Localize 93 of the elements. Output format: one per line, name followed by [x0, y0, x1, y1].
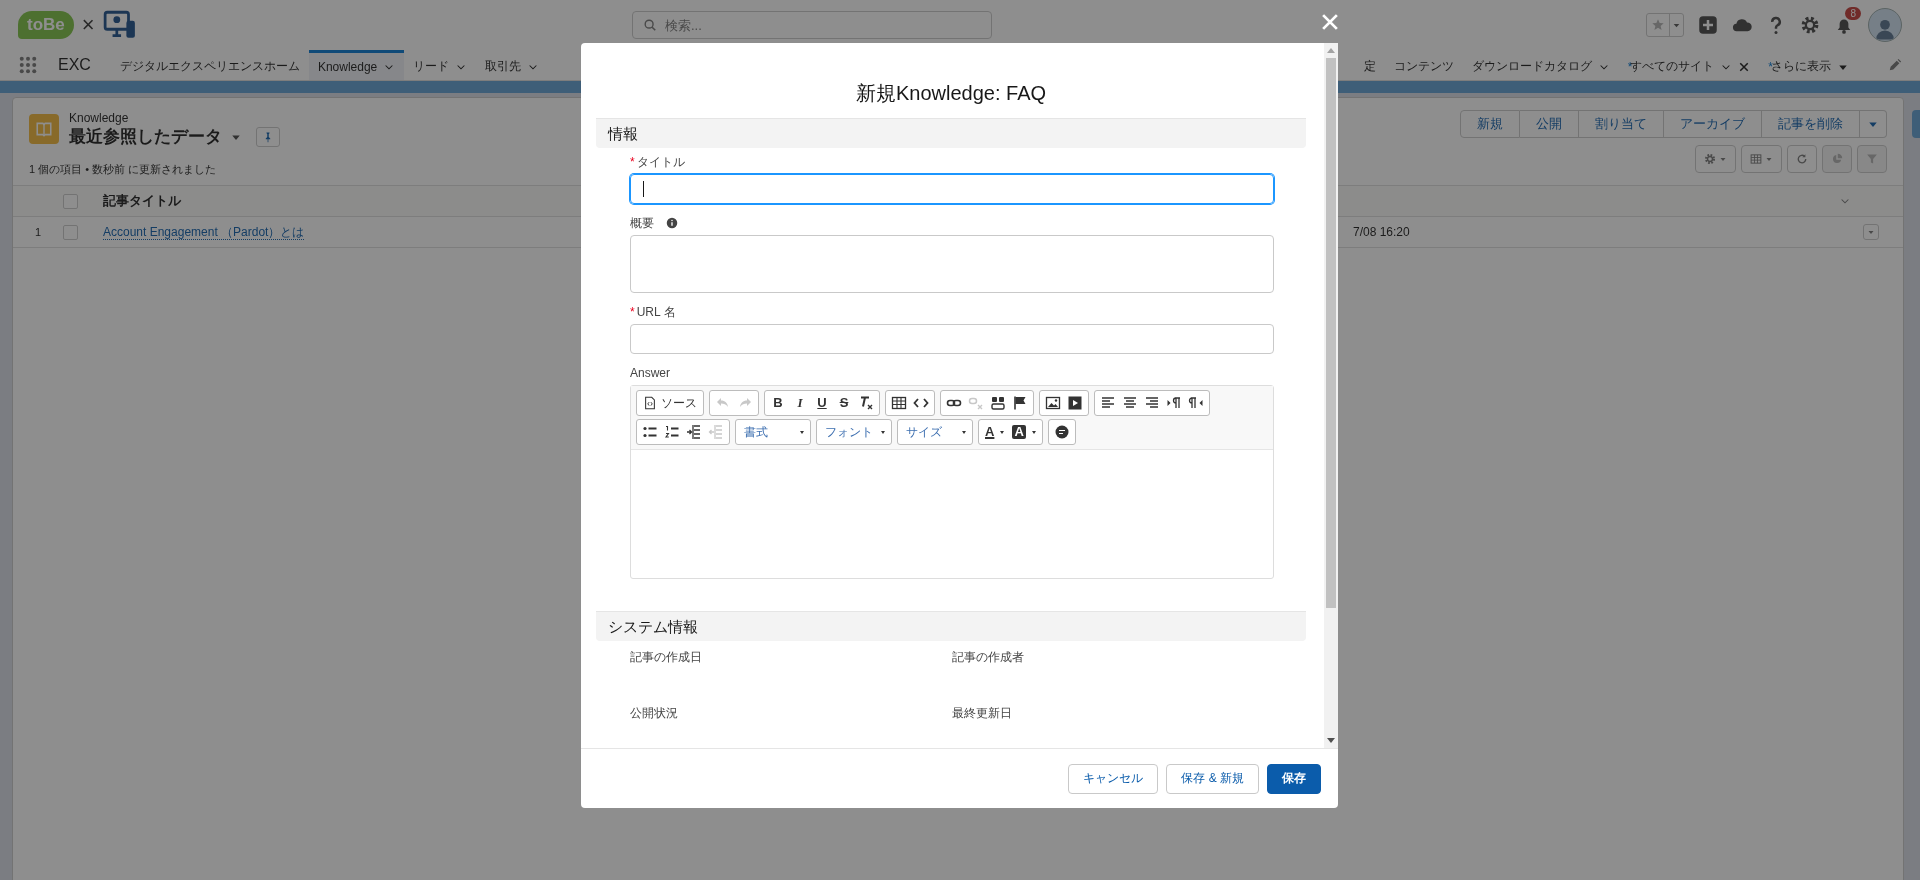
- more-tabs-menu[interactable]: *さらに表示: [1759, 50, 1858, 80]
- refresh-icon: [1796, 153, 1808, 165]
- field-label: Answer: [630, 366, 670, 380]
- nav-tab[interactable]: *すべてのサイト: [1618, 50, 1760, 80]
- action-button[interactable]: 記事を削除: [1762, 110, 1860, 138]
- pie-chart-icon: [1831, 153, 1843, 165]
- toolbar-dropdown[interactable]: フォント: [819, 423, 889, 441]
- tab-label: ダウンロードカタログ: [1471, 58, 1592, 75]
- list-view-title[interactable]: 最近参照したデータ: [69, 125, 222, 148]
- nav-tab[interactable]: 定: [1354, 50, 1385, 80]
- notification-count: 8: [1845, 7, 1861, 20]
- settings-icon: [1704, 153, 1716, 165]
- save-button[interactable]: 保存: [1267, 763, 1321, 794]
- add-icon[interactable]: [1698, 15, 1718, 35]
- row-number: 1: [33, 226, 43, 238]
- field-label: 概要: [630, 214, 654, 232]
- nav-tab[interactable]: コンテンツ: [1384, 50, 1463, 80]
- caret-icon: [1765, 155, 1773, 163]
- info-icon[interactable]: [666, 217, 678, 229]
- settings-icon[interactable]: [1800, 15, 1820, 35]
- underline-button[interactable]: U: [811, 393, 833, 413]
- required-marker: *: [630, 305, 635, 319]
- field-label: 記事の作成者: [952, 648, 1024, 666]
- footer-button[interactable]: キャンセル: [1068, 763, 1159, 794]
- action-button[interactable]: 新規: [1460, 110, 1520, 138]
- input-field[interactable]: [630, 174, 1274, 204]
- text-color-button[interactable]: A: [981, 422, 1009, 442]
- text-cursor: [643, 181, 644, 197]
- nav-tab[interactable]: デジタルエクスペリエンスホーム: [110, 50, 309, 80]
- row-actions-button[interactable]: [1863, 224, 1879, 240]
- table-cell-text: 7/08 16:20: [1353, 225, 1411, 239]
- object-label: Knowledge: [69, 111, 129, 125]
- list-status-text: 1 個の項目 • 数秒前 に更新されました: [29, 162, 218, 177]
- caret-icon: [1000, 430, 1005, 434]
- row-checkbox[interactable]: [63, 224, 78, 240]
- close-icon[interactable]: [1738, 60, 1751, 73]
- nav-tab[interactable]: リード: [404, 50, 477, 80]
- action-button[interactable]: アーカイブ: [1664, 110, 1762, 138]
- edit-icon[interactable]: [1888, 58, 1902, 72]
- unsaved-marker: *: [1627, 59, 1633, 74]
- filter-icon: [1866, 153, 1878, 165]
- toolbar-dropdown[interactable]: サイズ: [900, 423, 970, 441]
- caret-icon: [881, 430, 885, 434]
- caret-icon: [1867, 228, 1875, 236]
- footer-button[interactable]: 保存 & 新規: [1166, 763, 1259, 794]
- nav-tab[interactable]: ダウンロードカタログ: [1462, 50, 1619, 80]
- tab-label: コンテンツ: [1393, 58, 1454, 75]
- app-name: EXC: [58, 56, 91, 74]
- tab-label: 定: [1363, 58, 1376, 75]
- book-icon: [35, 120, 53, 138]
- required-marker: *: [630, 155, 635, 169]
- bold-button[interactable]: B: [767, 393, 789, 413]
- list-settings-button[interactable]: [1695, 145, 1736, 173]
- action-button[interactable]: 公開: [1520, 110, 1579, 138]
- field-label: 公開状況: [630, 704, 678, 722]
- textarea-field[interactable]: [630, 235, 1274, 293]
- search-icon: [643, 18, 657, 32]
- star-icon: [1651, 18, 1665, 32]
- nav-tab[interactable]: Knowledge: [308, 50, 405, 80]
- toolbar-dropdown[interactable]: 書式: [738, 423, 808, 441]
- logo-separator: ×: [81, 12, 95, 38]
- action-button[interactable]: 割り当て: [1579, 110, 1664, 138]
- source-button[interactable]: ソース: [639, 393, 701, 413]
- nav-tab[interactable]: 取引先: [476, 50, 549, 80]
- field-label: URL 名: [636, 303, 676, 321]
- section-header[interactable]: システム情報: [596, 611, 1306, 641]
- italic-button[interactable]: I: [789, 393, 811, 413]
- display-as-button[interactable]: [1741, 145, 1782, 173]
- background-color-button[interactable]: A: [1008, 422, 1040, 442]
- refresh-button[interactable]: [1787, 145, 1817, 173]
- caret-icon: [1031, 430, 1036, 434]
- caret-icon: [1719, 155, 1727, 163]
- field-label: タイトル: [636, 153, 685, 171]
- modal-title: 新規Knowledge: FAQ: [854, 81, 1048, 105]
- app-launcher-icon[interactable]: [18, 55, 38, 75]
- field-label: 最終更新日: [952, 704, 1012, 722]
- input-field[interactable]: [630, 324, 1274, 354]
- caret-icon: [962, 430, 966, 434]
- source-document-icon: [643, 396, 657, 410]
- avatar[interactable]: [1868, 8, 1902, 42]
- scrollbar[interactable]: [1324, 43, 1338, 748]
- table-icon: [1750, 153, 1762, 165]
- field-label: 記事の作成日: [630, 648, 702, 666]
- pin-button[interactable]: [256, 126, 280, 147]
- section-header[interactable]: 情報: [596, 118, 1306, 148]
- strikethrough-button[interactable]: S: [833, 393, 855, 413]
- side-panel-handle[interactable]: [1912, 110, 1920, 138]
- select-all-checkbox[interactable]: [63, 193, 78, 209]
- caret-icon: [800, 430, 804, 434]
- tab-label: さらに表示: [1771, 58, 1831, 75]
- unsaved-marker: *: [1768, 59, 1773, 74]
- search-field[interactable]: 検索...: [632, 11, 992, 39]
- article-title-link[interactable]: Account Engagement （Pardot）とは: [103, 224, 305, 240]
